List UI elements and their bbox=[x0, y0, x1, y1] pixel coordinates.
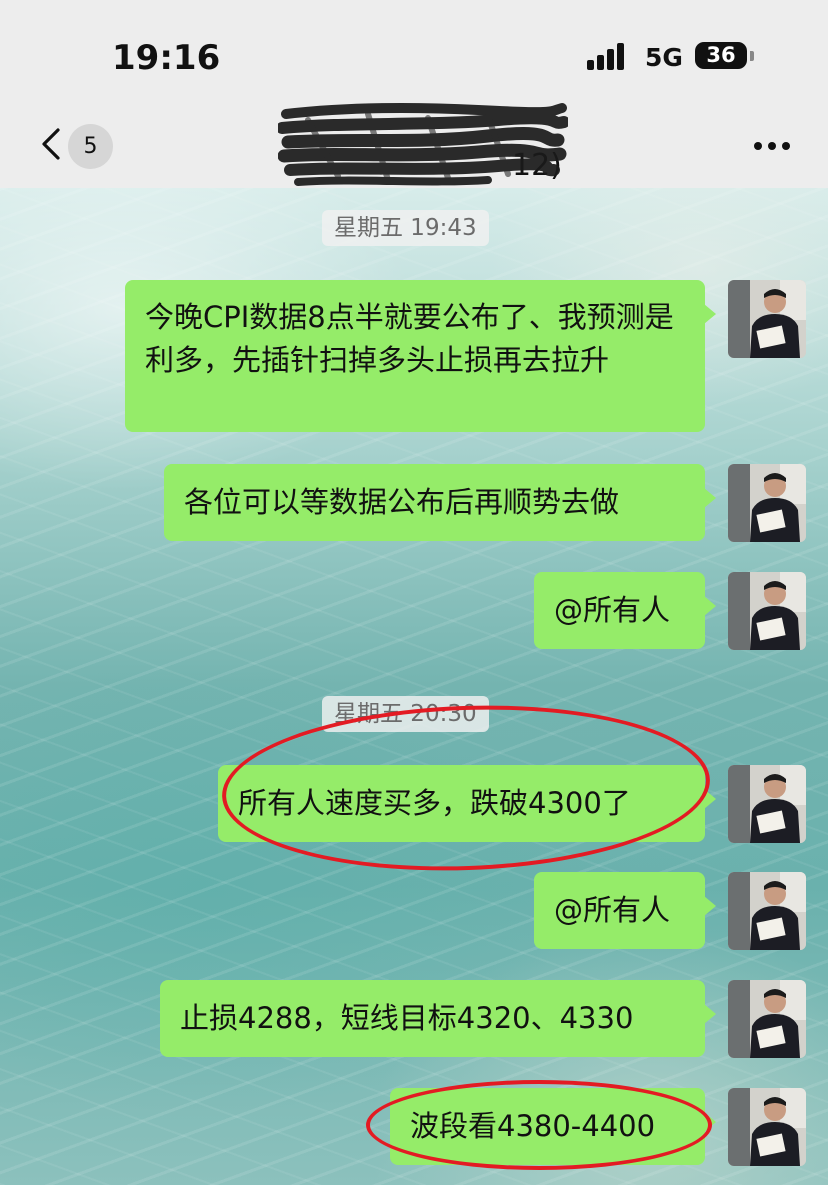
avatar-photo-icon bbox=[728, 872, 806, 950]
avatar-photo-icon bbox=[728, 572, 806, 650]
chat-nav-bar: 5 12) bbox=[0, 100, 828, 188]
cellular-signal-icon bbox=[587, 42, 631, 70]
network-type: 5G bbox=[645, 43, 683, 72]
avatar[interactable] bbox=[728, 872, 806, 950]
unread-count-badge[interactable]: 5 bbox=[68, 124, 113, 169]
battery-icon: 36 bbox=[695, 42, 747, 69]
message-timestamp: 星期五 19:43 bbox=[322, 210, 489, 246]
avatar-photo-icon bbox=[728, 765, 806, 843]
message-bubble[interactable]: 各位可以等数据公布后再顺势去做 bbox=[164, 464, 716, 541]
message-timestamp: 星期五 20:30 bbox=[322, 696, 489, 732]
more-options-icon[interactable] bbox=[752, 142, 792, 152]
status-time: 19:16 bbox=[112, 38, 221, 78]
status-bar: 19:16 5G 36 bbox=[0, 0, 828, 100]
message-bubble[interactable]: 止损4288，短线目标4320、4330 bbox=[160, 980, 716, 1057]
avatar[interactable] bbox=[728, 464, 806, 542]
avatar-photo-icon bbox=[728, 980, 806, 1058]
message-bubble[interactable]: 今晚CPI数据8点半就要公布了、我预测是利多，先插针扫掉多头止损再去拉升 bbox=[125, 280, 716, 432]
avatar[interactable] bbox=[728, 1088, 806, 1166]
avatar[interactable] bbox=[728, 280, 806, 358]
battery-level: 36 bbox=[706, 43, 736, 67]
avatar[interactable] bbox=[728, 765, 806, 843]
message-bubble[interactable]: @所有人 bbox=[534, 872, 716, 949]
avatar[interactable] bbox=[728, 572, 806, 650]
title-redaction-scribble bbox=[278, 102, 568, 186]
avatar[interactable] bbox=[728, 980, 806, 1058]
avatar-photo-icon bbox=[728, 1088, 806, 1166]
battery-cap bbox=[750, 51, 754, 61]
avatar-photo-icon bbox=[728, 464, 806, 542]
avatar-photo-icon bbox=[728, 280, 806, 358]
message-bubble[interactable]: 波段看4380-4400 bbox=[390, 1088, 716, 1165]
message-bubble[interactable]: @所有人 bbox=[534, 572, 716, 649]
message-bubble[interactable]: 所有人速度买多，跌破4300了 bbox=[218, 765, 716, 842]
back-chevron-icon[interactable] bbox=[38, 128, 66, 160]
